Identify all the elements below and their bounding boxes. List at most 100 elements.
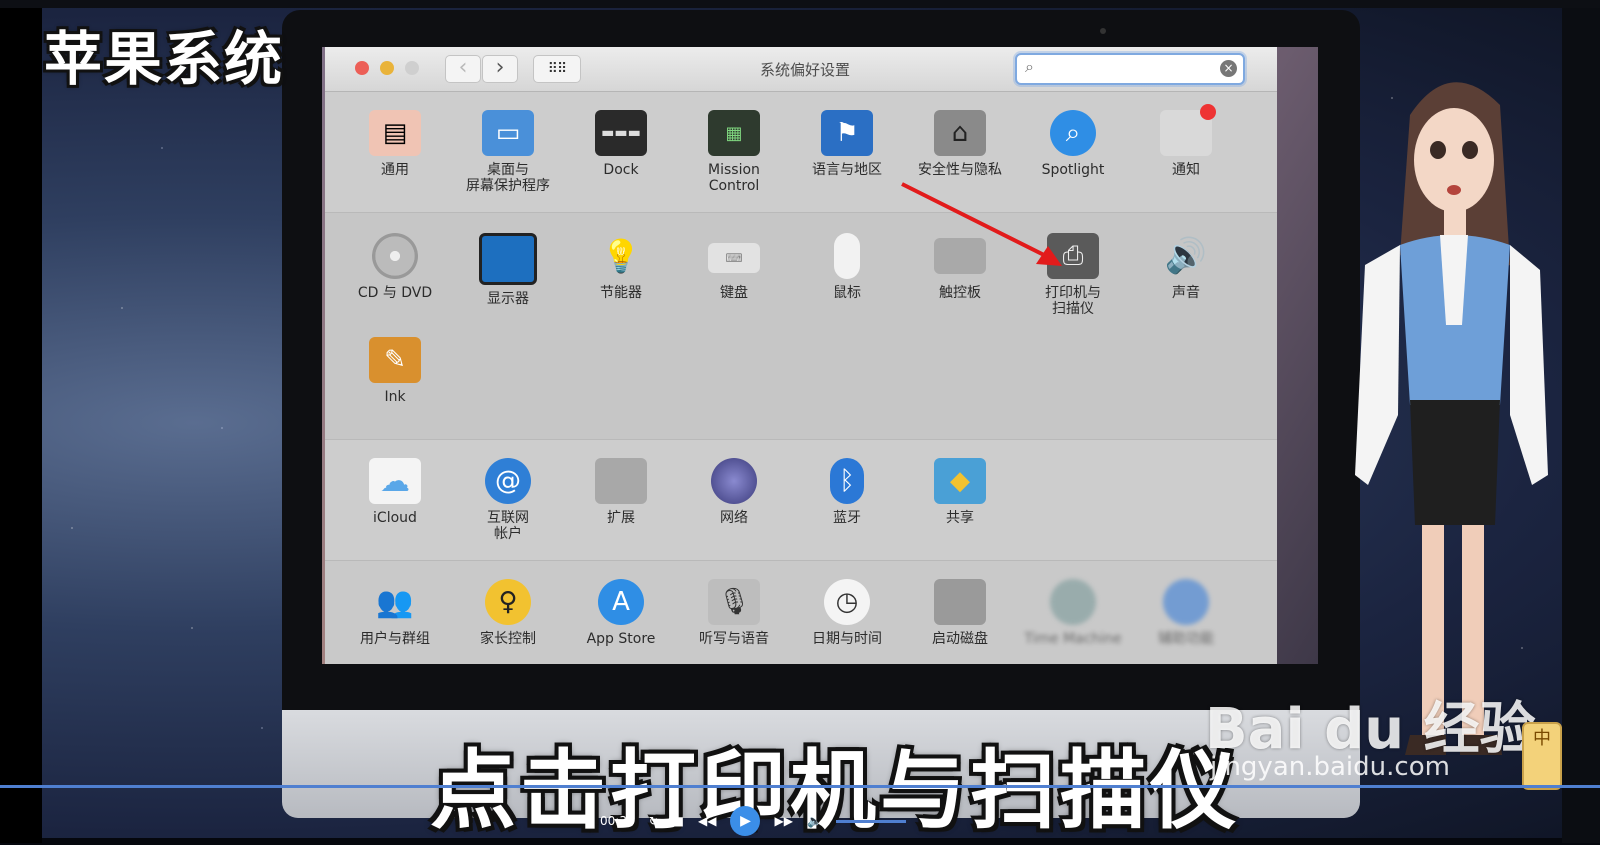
pref-label: CD 与 DVD: [357, 285, 433, 301]
pref-label: 打印机与 扫描仪: [1045, 285, 1101, 317]
pref-cd-dvd[interactable]: CD 与 DVD: [340, 233, 450, 301]
pref-keyboard[interactable]: ⌨ 键盘: [679, 233, 789, 301]
play-icon[interactable]: ▶: [730, 806, 761, 836]
pref-sharing[interactable]: ◆ 共享: [905, 458, 1015, 526]
extensions-icon: [595, 458, 647, 504]
minimize-window-button[interactable]: [380, 61, 394, 75]
date-time-icon: ◷: [824, 579, 870, 625]
pref-app-store[interactable]: A App Store: [566, 579, 676, 647]
dictation-speech-icon: 🎙: [708, 579, 760, 625]
pref-startup-disk[interactable]: 启动磁盘: [905, 579, 1015, 647]
pref-label: Ink: [384, 389, 406, 405]
pref-label: 声音: [1172, 285, 1200, 301]
pref-displays[interactable]: 显示器: [453, 233, 563, 307]
language-region-icon: ⚑: [821, 110, 873, 156]
general-icon: ▤: [369, 110, 421, 156]
pref-notifications[interactable]: 通知: [1131, 104, 1241, 178]
pref-label: 家长控制: [480, 631, 536, 647]
cd-dvd-icon: [372, 233, 418, 279]
pref-date-time[interactable]: ◷ 日期与时间: [792, 579, 902, 647]
pref-label: 通知: [1172, 162, 1200, 178]
search-field[interactable]: ⌕ ×: [1015, 53, 1245, 85]
pref-mouse[interactable]: 鼠标: [792, 233, 902, 301]
pref-extensions[interactable]: 扩展: [566, 458, 676, 526]
watermark-url: jingyan.baidu.com: [1210, 752, 1450, 782]
pref-energy-saver[interactable]: 💡 节能器: [566, 233, 676, 301]
ink-icon: ✎: [369, 337, 421, 383]
pref-desktop-screensaver[interactable]: ▭ 桌面与 屏幕保护程序: [453, 110, 563, 194]
pref-ink[interactable]: ✎ Ink: [340, 337, 450, 405]
pref-label: 通用: [381, 162, 409, 178]
keyboard-icon: ⌨: [708, 243, 760, 273]
pref-label: 安全性与隐私: [918, 162, 1002, 178]
rewind-icon[interactable]: ◀◀: [698, 814, 716, 828]
security-privacy-icon: ⌂: [934, 110, 986, 156]
pref-time-machine[interactable]: Time Machine: [1018, 579, 1128, 647]
pref-security-privacy[interactable]: ⌂ 安全性与隐私: [905, 110, 1015, 178]
camera-icon: [1100, 28, 1106, 34]
internet-accounts-icon: @: [485, 458, 531, 504]
zoom-window-button[interactable]: [405, 61, 419, 75]
window-titlebar: ‹ › ⠿⠿ 系统偏好设置 ⌕ ×: [325, 47, 1277, 92]
parental-controls-icon: ♀: [485, 579, 531, 625]
pref-label: 蓝牙: [833, 510, 861, 526]
pref-label: 桌面与 屏幕保护程序: [466, 162, 550, 194]
stop-icon[interactable]: ■: [673, 814, 684, 828]
pref-label: 显示器: [487, 291, 529, 307]
presenter-avatar: [1355, 82, 1548, 755]
system-preferences-window: ‹ › ⠿⠿ 系统偏好设置 ⌕ × ▤ 通用 ▭ 桌面与 屏幕保护程序 ▬▬▬ …: [325, 47, 1277, 664]
pref-section-personal: ▤ 通用 ▭ 桌面与 屏幕保护程序 ▬▬▬ Dock ▦ Mission Con…: [325, 92, 1277, 213]
pref-label: 键盘: [720, 285, 748, 301]
left-letterbox: [0, 8, 42, 843]
pref-label: Mission Control: [708, 162, 760, 194]
back-button[interactable]: ‹: [445, 55, 481, 83]
pref-mission-control[interactable]: ▦ Mission Control: [679, 110, 789, 194]
pref-section-hardware: CD 与 DVD 显示器 💡 节能器 ⌨ 键盘 鼠标 触控板 ⎙ 打印机与 扫描…: [325, 213, 1277, 440]
pref-label: 日期与时间: [812, 631, 882, 647]
close-window-button[interactable]: [355, 61, 369, 75]
pref-label: 语言与地区: [812, 162, 882, 178]
pref-label: 用户与群组: [360, 631, 430, 647]
fast-forward-icon[interactable]: ▶▶: [774, 814, 792, 828]
pref-label: 辅助功能: [1158, 631, 1214, 647]
clear-search-icon[interactable]: ×: [1220, 60, 1237, 77]
annotation-arrow-icon: [901, 182, 1062, 266]
pref-language-region[interactable]: ⚑ 语言与地区: [792, 110, 902, 178]
pref-label: 扩展: [607, 510, 635, 526]
sound-icon: 🔊: [1164, 236, 1208, 276]
pref-label: 听写与语音: [699, 631, 769, 647]
pref-network[interactable]: 网络: [679, 458, 789, 526]
time-machine-icon: [1050, 579, 1096, 625]
energy-saver-icon: 💡: [601, 237, 641, 275]
bluetooth-icon: ᛒ: [830, 458, 864, 504]
top-window-strip: [0, 0, 1600, 8]
dock-icon: ▬▬▬: [595, 110, 647, 156]
startup-disk-icon: [934, 579, 986, 625]
volume-icon[interactable]: 🔈: [807, 814, 822, 828]
users-groups-icon: 👥: [376, 584, 414, 620]
pref-accessibility[interactable]: 辅助功能: [1131, 579, 1241, 647]
side-badge[interactable]: 中: [1522, 722, 1562, 790]
pref-internet-accounts[interactable]: @ 互联网 帐户: [453, 458, 563, 542]
pref-dictation-speech[interactable]: 🎙 听写与语音: [679, 579, 789, 647]
pref-section-system: 👥 用户与群组 ♀ 家长控制 A App Store 🎙 听写与语音 ◷ 日期与…: [325, 561, 1277, 664]
pref-label: 节能器: [600, 285, 642, 301]
pref-dock[interactable]: ▬▬▬ Dock: [566, 110, 676, 178]
loop-icon[interactable]: ↻: [649, 814, 659, 828]
forward-button[interactable]: ›: [482, 55, 518, 83]
pref-label: Time Machine: [1024, 631, 1122, 647]
pref-icloud[interactable]: ☁ iCloud: [340, 458, 450, 526]
displays-icon: [479, 233, 537, 285]
pref-spotlight[interactable]: ⌕ Spotlight: [1018, 110, 1128, 178]
pref-sound[interactable]: 🔊 声音: [1131, 233, 1241, 301]
pref-general[interactable]: ▤ 通用: [340, 110, 450, 178]
player-controls: 00:30 ↻ ■ ◀◀ ▶ ▶▶ 🔈: [600, 806, 980, 836]
pref-users-groups[interactable]: 👥 用户与群组: [340, 579, 450, 648]
pref-bluetooth[interactable]: ᛒ 蓝牙: [792, 458, 902, 526]
pref-parental-controls[interactable]: ♀ 家长控制: [453, 579, 563, 647]
video-progress-bar[interactable]: [0, 785, 1600, 788]
mission-control-icon: ▦: [708, 110, 760, 156]
volume-slider[interactable]: [835, 819, 906, 823]
show-all-grid-button[interactable]: ⠿⠿: [533, 55, 581, 83]
pref-label: 网络: [720, 510, 748, 526]
